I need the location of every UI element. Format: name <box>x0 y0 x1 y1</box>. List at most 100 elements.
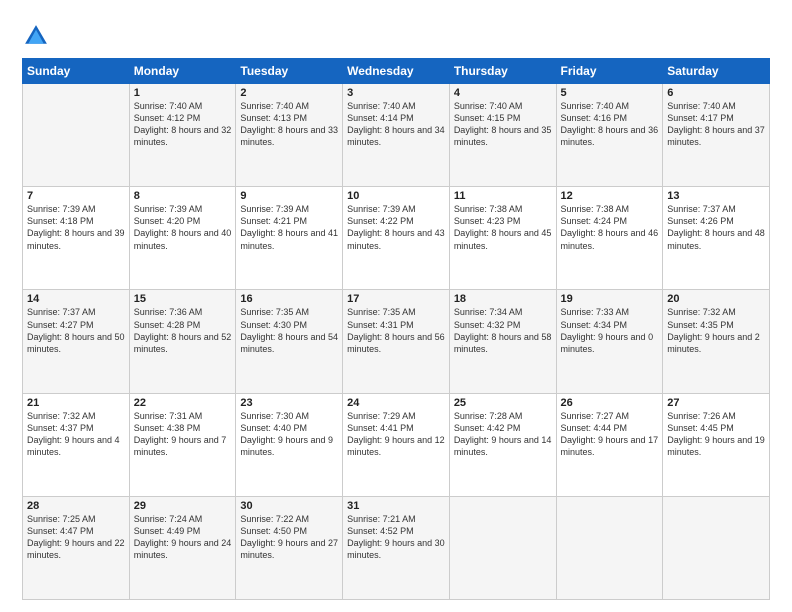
header-day-sunday: Sunday <box>23 59 130 84</box>
header-day-thursday: Thursday <box>449 59 556 84</box>
calendar-cell: 16Sunrise: 7:35 AM Sunset: 4:30 PM Dayli… <box>236 290 343 393</box>
day-number: 22 <box>134 397 232 409</box>
calendar-cell: 14Sunrise: 7:37 AM Sunset: 4:27 PM Dayli… <box>23 290 130 393</box>
day-number: 16 <box>240 293 338 305</box>
calendar-cell: 12Sunrise: 7:38 AM Sunset: 4:24 PM Dayli… <box>556 187 663 290</box>
cell-content: Sunrise: 7:37 AM Sunset: 4:27 PM Dayligh… <box>27 306 125 355</box>
week-row-4: 28Sunrise: 7:25 AM Sunset: 4:47 PM Dayli… <box>23 496 770 599</box>
calendar-cell: 20Sunrise: 7:32 AM Sunset: 4:35 PM Dayli… <box>663 290 770 393</box>
calendar-cell <box>23 84 130 187</box>
calendar-cell: 10Sunrise: 7:39 AM Sunset: 4:22 PM Dayli… <box>343 187 450 290</box>
week-row-2: 14Sunrise: 7:37 AM Sunset: 4:27 PM Dayli… <box>23 290 770 393</box>
day-number: 11 <box>454 190 552 202</box>
logo-icon <box>22 22 50 50</box>
cell-content: Sunrise: 7:37 AM Sunset: 4:26 PM Dayligh… <box>667 203 765 252</box>
calendar-cell: 19Sunrise: 7:33 AM Sunset: 4:34 PM Dayli… <box>556 290 663 393</box>
cell-content: Sunrise: 7:38 AM Sunset: 4:23 PM Dayligh… <box>454 203 552 252</box>
day-number: 7 <box>27 190 125 202</box>
calendar-cell: 6Sunrise: 7:40 AM Sunset: 4:17 PM Daylig… <box>663 84 770 187</box>
header-day-wednesday: Wednesday <box>343 59 450 84</box>
cell-content: Sunrise: 7:24 AM Sunset: 4:49 PM Dayligh… <box>134 513 232 562</box>
calendar-cell: 2Sunrise: 7:40 AM Sunset: 4:13 PM Daylig… <box>236 84 343 187</box>
cell-content: Sunrise: 7:39 AM Sunset: 4:20 PM Dayligh… <box>134 203 232 252</box>
day-number: 31 <box>347 500 445 512</box>
cell-content: Sunrise: 7:35 AM Sunset: 4:31 PM Dayligh… <box>347 306 445 355</box>
calendar-cell: 23Sunrise: 7:30 AM Sunset: 4:40 PM Dayli… <box>236 393 343 496</box>
day-number: 27 <box>667 397 765 409</box>
cell-content: Sunrise: 7:21 AM Sunset: 4:52 PM Dayligh… <box>347 513 445 562</box>
calendar-cell: 30Sunrise: 7:22 AM Sunset: 4:50 PM Dayli… <box>236 496 343 599</box>
cell-content: Sunrise: 7:40 AM Sunset: 4:14 PM Dayligh… <box>347 100 445 149</box>
cell-content: Sunrise: 7:40 AM Sunset: 4:17 PM Dayligh… <box>667 100 765 149</box>
logo <box>22 22 54 50</box>
calendar-cell: 28Sunrise: 7:25 AM Sunset: 4:47 PM Dayli… <box>23 496 130 599</box>
day-number: 1 <box>134 87 232 99</box>
day-number: 9 <box>240 190 338 202</box>
calendar-cell: 25Sunrise: 7:28 AM Sunset: 4:42 PM Dayli… <box>449 393 556 496</box>
cell-content: Sunrise: 7:40 AM Sunset: 4:16 PM Dayligh… <box>561 100 659 149</box>
day-number: 20 <box>667 293 765 305</box>
calendar-cell: 13Sunrise: 7:37 AM Sunset: 4:26 PM Dayli… <box>663 187 770 290</box>
calendar-cell: 18Sunrise: 7:34 AM Sunset: 4:32 PM Dayli… <box>449 290 556 393</box>
cell-content: Sunrise: 7:28 AM Sunset: 4:42 PM Dayligh… <box>454 410 552 459</box>
day-number: 13 <box>667 190 765 202</box>
cell-content: Sunrise: 7:27 AM Sunset: 4:44 PM Dayligh… <box>561 410 659 459</box>
day-number: 26 <box>561 397 659 409</box>
calendar-cell: 3Sunrise: 7:40 AM Sunset: 4:14 PM Daylig… <box>343 84 450 187</box>
cell-content: Sunrise: 7:40 AM Sunset: 4:15 PM Dayligh… <box>454 100 552 149</box>
cell-content: Sunrise: 7:40 AM Sunset: 4:13 PM Dayligh… <box>240 100 338 149</box>
day-number: 8 <box>134 190 232 202</box>
day-number: 5 <box>561 87 659 99</box>
cell-content: Sunrise: 7:32 AM Sunset: 4:37 PM Dayligh… <box>27 410 125 459</box>
cell-content: Sunrise: 7:31 AM Sunset: 4:38 PM Dayligh… <box>134 410 232 459</box>
cell-content: Sunrise: 7:26 AM Sunset: 4:45 PM Dayligh… <box>667 410 765 459</box>
calendar-cell: 26Sunrise: 7:27 AM Sunset: 4:44 PM Dayli… <box>556 393 663 496</box>
calendar-cell: 4Sunrise: 7:40 AM Sunset: 4:15 PM Daylig… <box>449 84 556 187</box>
header-day-tuesday: Tuesday <box>236 59 343 84</box>
calendar-cell: 11Sunrise: 7:38 AM Sunset: 4:23 PM Dayli… <box>449 187 556 290</box>
day-number: 2 <box>240 87 338 99</box>
week-row-1: 7Sunrise: 7:39 AM Sunset: 4:18 PM Daylig… <box>23 187 770 290</box>
calendar-cell: 7Sunrise: 7:39 AM Sunset: 4:18 PM Daylig… <box>23 187 130 290</box>
day-number: 29 <box>134 500 232 512</box>
day-number: 24 <box>347 397 445 409</box>
cell-content: Sunrise: 7:34 AM Sunset: 4:32 PM Dayligh… <box>454 306 552 355</box>
header-row: SundayMondayTuesdayWednesdayThursdayFrid… <box>23 59 770 84</box>
header-day-friday: Friday <box>556 59 663 84</box>
day-number: 10 <box>347 190 445 202</box>
calendar-cell: 9Sunrise: 7:39 AM Sunset: 4:21 PM Daylig… <box>236 187 343 290</box>
week-row-0: 1Sunrise: 7:40 AM Sunset: 4:12 PM Daylig… <box>23 84 770 187</box>
day-number: 21 <box>27 397 125 409</box>
calendar-cell <box>556 496 663 599</box>
calendar-cell: 17Sunrise: 7:35 AM Sunset: 4:31 PM Dayli… <box>343 290 450 393</box>
cell-content: Sunrise: 7:35 AM Sunset: 4:30 PM Dayligh… <box>240 306 338 355</box>
calendar-cell: 22Sunrise: 7:31 AM Sunset: 4:38 PM Dayli… <box>129 393 236 496</box>
calendar-cell: 29Sunrise: 7:24 AM Sunset: 4:49 PM Dayli… <box>129 496 236 599</box>
day-number: 17 <box>347 293 445 305</box>
calendar-cell: 1Sunrise: 7:40 AM Sunset: 4:12 PM Daylig… <box>129 84 236 187</box>
cell-content: Sunrise: 7:39 AM Sunset: 4:18 PM Dayligh… <box>27 203 125 252</box>
cell-content: Sunrise: 7:33 AM Sunset: 4:34 PM Dayligh… <box>561 306 659 355</box>
day-number: 12 <box>561 190 659 202</box>
day-number: 4 <box>454 87 552 99</box>
cell-content: Sunrise: 7:30 AM Sunset: 4:40 PM Dayligh… <box>240 410 338 459</box>
day-number: 30 <box>240 500 338 512</box>
cell-content: Sunrise: 7:39 AM Sunset: 4:21 PM Dayligh… <box>240 203 338 252</box>
calendar-cell: 21Sunrise: 7:32 AM Sunset: 4:37 PM Dayli… <box>23 393 130 496</box>
day-number: 6 <box>667 87 765 99</box>
day-number: 3 <box>347 87 445 99</box>
week-row-3: 21Sunrise: 7:32 AM Sunset: 4:37 PM Dayli… <box>23 393 770 496</box>
cell-content: Sunrise: 7:40 AM Sunset: 4:12 PM Dayligh… <box>134 100 232 149</box>
cell-content: Sunrise: 7:39 AM Sunset: 4:22 PM Dayligh… <box>347 203 445 252</box>
day-number: 23 <box>240 397 338 409</box>
cell-content: Sunrise: 7:25 AM Sunset: 4:47 PM Dayligh… <box>27 513 125 562</box>
calendar-cell: 5Sunrise: 7:40 AM Sunset: 4:16 PM Daylig… <box>556 84 663 187</box>
day-number: 28 <box>27 500 125 512</box>
calendar-cell: 8Sunrise: 7:39 AM Sunset: 4:20 PM Daylig… <box>129 187 236 290</box>
day-number: 25 <box>454 397 552 409</box>
calendar-cell: 31Sunrise: 7:21 AM Sunset: 4:52 PM Dayli… <box>343 496 450 599</box>
calendar-cell <box>663 496 770 599</box>
page-header <box>22 18 770 50</box>
day-number: 18 <box>454 293 552 305</box>
calendar-cell: 24Sunrise: 7:29 AM Sunset: 4:41 PM Dayli… <box>343 393 450 496</box>
